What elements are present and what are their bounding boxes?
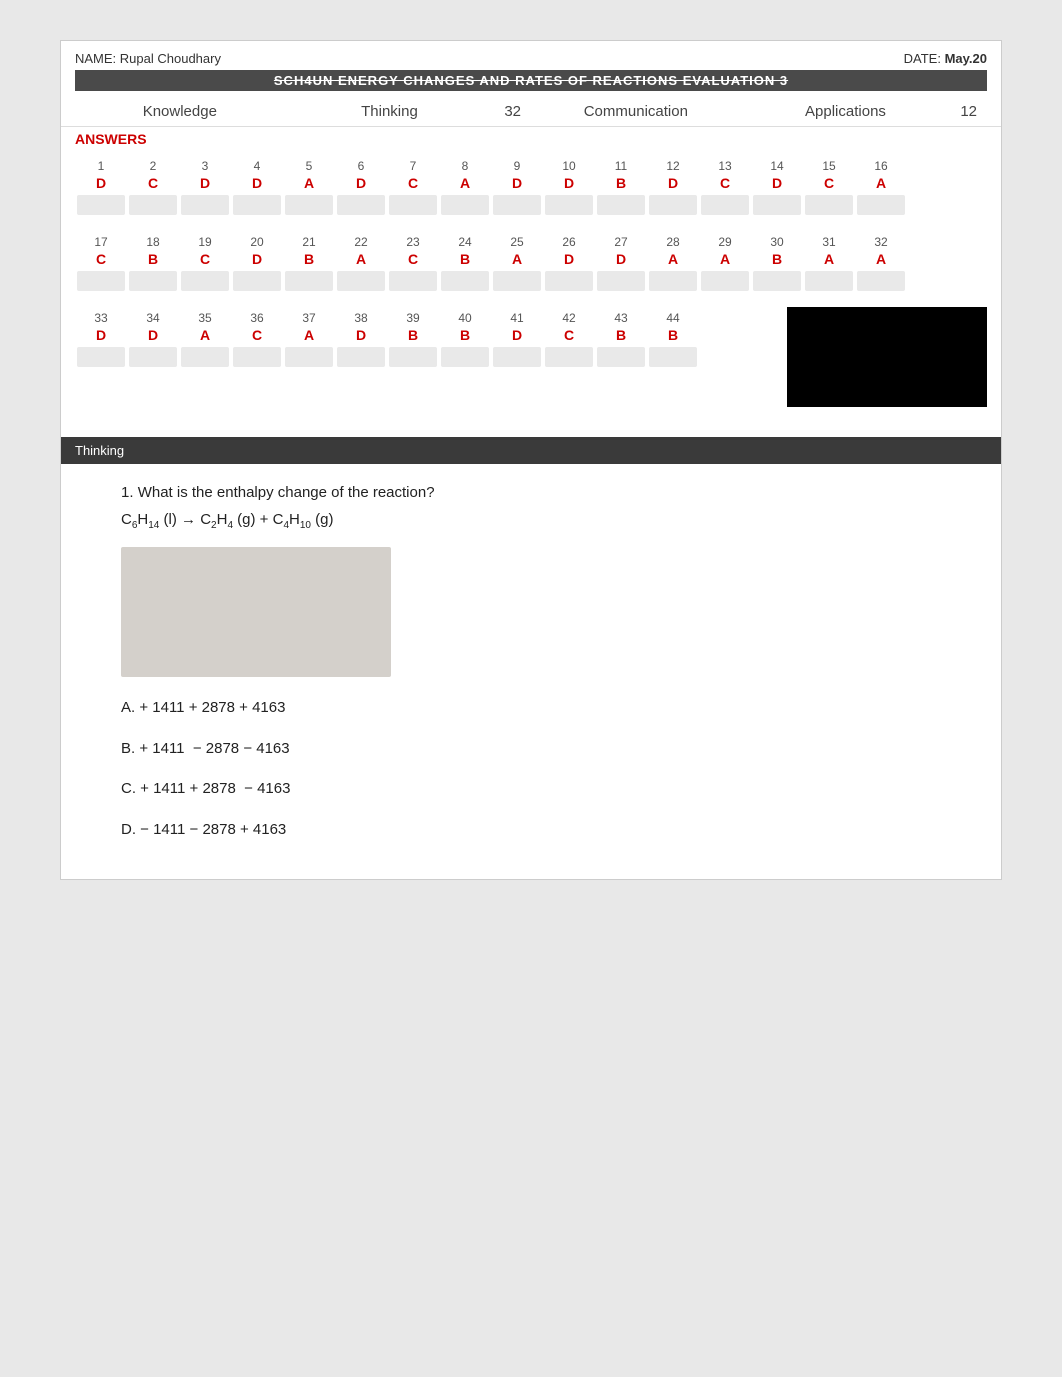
cell-14: 14 D <box>751 155 803 223</box>
cell-34: 34 D <box>127 307 179 375</box>
applications-score: 12 <box>960 103 977 120</box>
cell-19: 19 C <box>179 231 231 299</box>
cell-30: 30 B <box>751 231 803 299</box>
cell-24: 24 B <box>439 231 491 299</box>
cell-26: 26 D <box>543 231 595 299</box>
cell-1: 1 D <box>75 155 127 223</box>
question-1-equation: C6H14 (l) → C2H4 (g) + C4H10 (g) <box>121 511 941 531</box>
cell-42: 42 C <box>543 307 595 375</box>
question-section: 1. What is the enthalpy change of the re… <box>61 464 1001 879</box>
cell-8: 8 A <box>439 155 491 223</box>
cell-12: 12 D <box>647 155 699 223</box>
category-knowledge: Knowledge <box>75 103 285 120</box>
section-bar: Thinking <box>61 437 1001 464</box>
answer-row-3: 33 D 34 D 35 A 36 C <box>75 307 987 407</box>
cell-6: 6 D <box>335 155 387 223</box>
cell-9: 9 D <box>491 155 543 223</box>
cell-28: 28 A <box>647 231 699 299</box>
cell-22: 22 A <box>335 231 387 299</box>
cell-41: 41 D <box>491 307 543 375</box>
cell-17: 17 C <box>75 231 127 299</box>
cell-21: 21 B <box>283 231 335 299</box>
cell-18: 18 B <box>127 231 179 299</box>
name-date-row: NAME: Rupal Choudhary DATE: May.20 <box>75 51 987 66</box>
cell-33: 33 D <box>75 307 127 375</box>
question-1-text: 1. What is the enthalpy change of the re… <box>121 484 941 501</box>
thinking-score: 32 <box>504 103 521 120</box>
cell-43: 43 B <box>595 307 647 375</box>
category-thinking: Thinking <box>285 103 495 120</box>
cell-7: 7 C <box>387 155 439 223</box>
date-field: DATE: May.20 <box>904 51 987 66</box>
cell-32: 32 A <box>855 231 907 299</box>
cell-5: 5 A <box>283 155 335 223</box>
cell-35: 35 A <box>179 307 231 375</box>
page-title: SCH4UN ENERGY CHANGES AND RATES OF REACT… <box>75 70 987 91</box>
categories-row: Knowledge Thinking 32 Communication Appl… <box>61 97 1001 127</box>
cell-10: 10 D <box>543 155 595 223</box>
category-communication: Communication <box>531 103 741 120</box>
cell-37: 37 A <box>283 307 335 375</box>
answers-label: ANSWERS <box>61 127 1001 155</box>
cell-38: 38 D <box>335 307 387 375</box>
data-table-blurred <box>121 547 391 677</box>
cell-40: 40 B <box>439 307 491 375</box>
cell-11: 11 B <box>595 155 647 223</box>
cell-25: 25 A <box>491 231 543 299</box>
name-field: NAME: Rupal Choudhary <box>75 51 221 66</box>
choice-d: D. − 1411 − 2878 + 4163 <box>121 819 941 842</box>
header-section: NAME: Rupal Choudhary DATE: May.20 SCH4U… <box>61 41 1001 97</box>
cell-2: 2 C <box>127 155 179 223</box>
cell-3: 3 D <box>179 155 231 223</box>
cell-16: 16 A <box>855 155 907 223</box>
category-applications: Applications <box>741 103 951 120</box>
choice-a: A. + 1411 + 2878 + 4163 <box>121 697 941 720</box>
cell-39: 39 B <box>387 307 439 375</box>
cell-36: 36 C <box>231 307 283 375</box>
cell-15: 15 C <box>803 155 855 223</box>
choice-b: B. + 1411 − 2878 − 4163 <box>121 738 941 761</box>
cell-31: 31 A <box>803 231 855 299</box>
cell-44: 44 B <box>647 307 699 375</box>
answer-grid: 1 D 2 C 3 D 4 D 5 A <box>61 155 1001 417</box>
main-container: NAME: Rupal Choudhary DATE: May.20 SCH4U… <box>60 40 1002 880</box>
choice-c: C. + 1411 + 2878 − 4163 <box>121 778 941 801</box>
cell-27: 27 D <box>595 231 647 299</box>
cell-29: 29 A <box>699 231 751 299</box>
black-redacted-block <box>787 307 987 407</box>
cell-13: 13 C <box>699 155 751 223</box>
cell-20: 20 D <box>231 231 283 299</box>
answer-row-1: 1 D 2 C 3 D 4 D 5 A <box>75 155 987 223</box>
answer-row-2: 17 C 18 B 19 C 20 D 21 B <box>75 231 987 299</box>
cell-4: 4 D <box>231 155 283 223</box>
cell-23: 23 C <box>387 231 439 299</box>
